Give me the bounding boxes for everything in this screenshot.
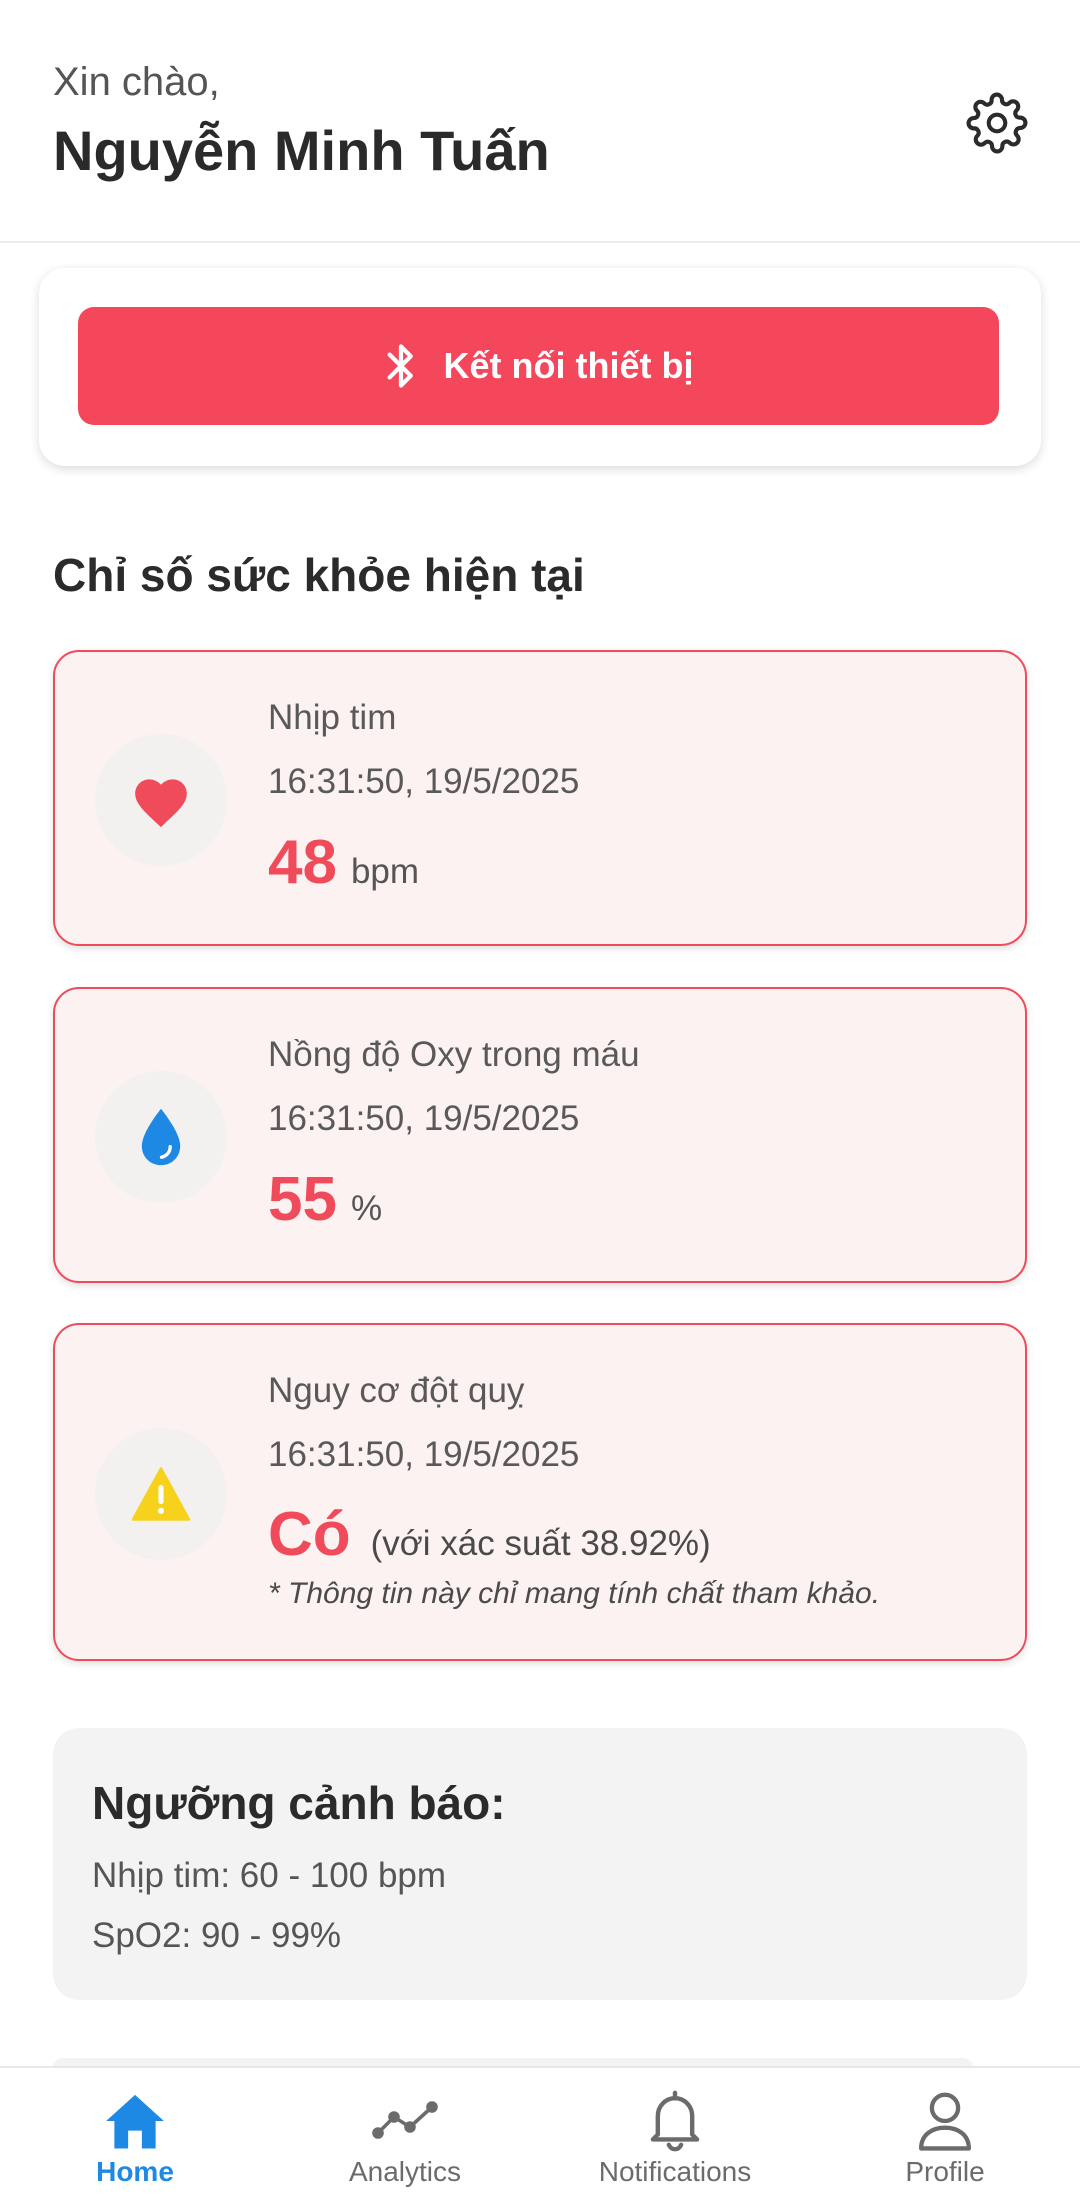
nav-analytics-label: Analytics xyxy=(348,2156,462,2187)
header: Xin chào, Nguyễn Minh Tuấn xyxy=(0,0,1080,243)
warning-icon xyxy=(131,1467,191,1521)
heart-rate-time: 16:31:50, 19/5/2025 xyxy=(268,762,580,801)
heart-icon-badge xyxy=(95,734,227,866)
stroke-risk-label: Nguy cơ đột quỵ xyxy=(268,1371,525,1410)
bluetooth-icon xyxy=(387,344,413,388)
threshold-heart-rate: Nhịp tim: 60 - 100 bpm xyxy=(92,1856,447,1895)
bottom-nav: Home Analytics Notifications Profile xyxy=(0,2066,1080,2195)
nav-home-label: Home xyxy=(96,2156,174,2187)
stroke-risk-disclaimer: * Thông tin này chỉ mang tính chất tham … xyxy=(268,1577,881,1610)
stroke-risk-value: Có xyxy=(268,1500,351,1569)
connect-device-label: Kết nối thiết bị xyxy=(443,345,694,386)
stroke-risk-value-row: Có (với xác suất 38.92%) xyxy=(268,1499,711,1570)
connect-card: Kết nối thiết bị xyxy=(39,268,1041,466)
nav-notifications[interactable]: Notifications xyxy=(540,2068,810,2195)
stroke-risk-probability: (với xác suất 38.92%) xyxy=(370,1524,711,1563)
user-name: Nguyễn Minh Tuấn xyxy=(53,119,550,182)
heart-icon xyxy=(135,779,187,828)
spo2-unit: % xyxy=(350,1189,383,1228)
heart-rate-unit: bpm xyxy=(350,852,420,891)
nav-profile-label: Profile xyxy=(905,2156,985,2187)
heart-rate-card[interactable]: Nhịp tim 16:31:50, 19/5/2025 48 bpm xyxy=(53,650,1027,946)
spo2-time: 16:31:50, 19/5/2025 xyxy=(268,1099,580,1138)
person-icon xyxy=(919,2092,971,2151)
section-title: Chỉ số sức khỏe hiện tại xyxy=(53,549,585,601)
spo2-value: 55 xyxy=(268,1165,337,1234)
nav-analytics[interactable]: Analytics xyxy=(270,2068,540,2195)
analytics-icon xyxy=(372,2101,438,2139)
heart-rate-value: 48 xyxy=(268,828,337,897)
gear-icon xyxy=(966,92,1028,154)
settings-button[interactable] xyxy=(962,88,1032,158)
app-root: Xin chào, Nguyễn Minh Tuấn Kết nối thiết… xyxy=(0,0,1080,2195)
spo2-label: Nồng độ Oxy trong máu xyxy=(268,1035,640,1074)
bell-icon xyxy=(650,2090,700,2152)
spo2-value-row: 55 % xyxy=(268,1164,382,1235)
nav-profile[interactable]: Profile xyxy=(810,2068,1080,2195)
water-drop-icon xyxy=(141,1108,181,1166)
stroke-risk-card[interactable]: Nguy cơ đột quỵ 16:31:50, 19/5/2025 Có (… xyxy=(53,1323,1027,1661)
alert-threshold-card: Ngưỡng cảnh báo: Nhịp tim: 60 - 100 bpm … xyxy=(53,1728,1027,2000)
nav-home[interactable]: Home xyxy=(0,2068,270,2195)
nav-notifications-label: Notifications xyxy=(598,2156,752,2187)
stroke-risk-time: 16:31:50, 19/5/2025 xyxy=(268,1435,580,1474)
warning-icon-badge xyxy=(95,1428,227,1560)
water-drop-icon-badge xyxy=(95,1071,227,1203)
home-icon xyxy=(106,2094,164,2149)
threshold-spo2: SpO2: 90 - 99% xyxy=(92,1916,342,1955)
spo2-card[interactable]: Nồng độ Oxy trong máu 16:31:50, 19/5/202… xyxy=(53,987,1027,1283)
heart-rate-label: Nhịp tim xyxy=(268,698,397,737)
greeting-text: Xin chào, xyxy=(53,60,220,104)
heart-rate-value-row: 48 bpm xyxy=(268,827,419,898)
threshold-title: Ngưỡng cảnh báo: xyxy=(92,1777,506,1829)
connect-device-button[interactable]: Kết nối thiết bị xyxy=(78,307,999,425)
